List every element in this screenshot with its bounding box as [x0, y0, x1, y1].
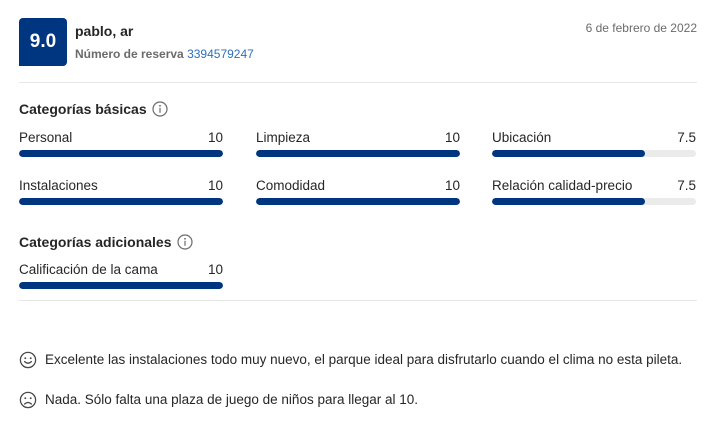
reviewer-name: pablo, ar	[75, 23, 134, 39]
booking-label: Número de reserva	[75, 47, 184, 61]
info-circle-icon[interactable]	[152, 101, 168, 117]
category-bar-fill	[19, 150, 223, 157]
positive-comment: Excelente las instalaciones todo muy nue…	[19, 350, 685, 370]
category-score: 10	[207, 130, 223, 145]
category-bar	[19, 282, 223, 289]
basic-categories-label: Categorías básicas	[19, 101, 147, 117]
smile-face-icon	[19, 351, 37, 369]
negative-comment-text: Nada. Sólo falta una plaza de juego de n…	[45, 392, 419, 407]
category-score: 10	[444, 178, 460, 193]
info-circle-icon[interactable]	[176, 234, 193, 250]
category-bar-fill	[256, 150, 460, 157]
category-score: 10	[207, 178, 223, 193]
basic-categories-title: Categorías básicas	[19, 101, 168, 117]
category-ubicacion: Ubicación 7.5	[492, 130, 696, 157]
header-divider	[19, 82, 697, 83]
category-score: 7.5	[677, 130, 696, 145]
category-comodidad: Comodidad 10	[256, 178, 460, 205]
category-score: 7.5	[677, 178, 696, 193]
category-label: Calificación de la cama	[19, 262, 158, 277]
frown-face-icon	[19, 391, 37, 409]
category-label: Limpieza	[256, 130, 311, 145]
review-date: 6 de febrero de 2022	[585, 21, 697, 35]
category-limpieza: Limpieza 10	[256, 130, 460, 157]
category-label: Personal	[19, 130, 73, 145]
category-calificacion-cama: Calificación de la cama 10	[19, 262, 223, 289]
category-bar	[256, 150, 460, 157]
category-bar	[256, 198, 460, 205]
category-bar	[492, 150, 696, 157]
category-bar	[19, 198, 223, 205]
additional-categories-title: Categorías adicionales	[19, 234, 193, 250]
category-label: Ubicación	[492, 130, 552, 145]
category-instalaciones: Instalaciones 10	[19, 178, 223, 205]
categories-divider	[19, 300, 697, 301]
booking-number-link[interactable]: 3394579247	[187, 47, 254, 61]
category-score: 10	[444, 130, 460, 145]
positive-comment-text: Excelente las instalaciones todo muy nue…	[45, 352, 683, 367]
category-personal: Personal 10	[19, 130, 223, 157]
booking-info: Número de reserva 3394579247	[75, 47, 254, 61]
category-bar-fill	[19, 198, 223, 205]
category-label: Instalaciones	[19, 178, 98, 193]
category-bar	[492, 198, 696, 205]
category-bar-fill	[256, 198, 460, 205]
category-relacion-calidad-precio: Relación calidad-precio 7.5	[492, 178, 696, 205]
review-score-badge: 9.0	[19, 18, 67, 66]
category-bar-fill	[492, 198, 645, 205]
category-label: Relación calidad-precio	[492, 178, 633, 193]
negative-comment: Nada. Sólo falta una plaza de juego de n…	[19, 390, 685, 410]
additional-categories-label: Categorías adicionales	[19, 234, 172, 250]
category-bar-fill	[19, 282, 223, 289]
category-label: Comodidad	[256, 178, 326, 193]
category-bar-fill	[492, 150, 645, 157]
category-score: 10	[207, 262, 223, 277]
category-bar	[19, 150, 223, 157]
